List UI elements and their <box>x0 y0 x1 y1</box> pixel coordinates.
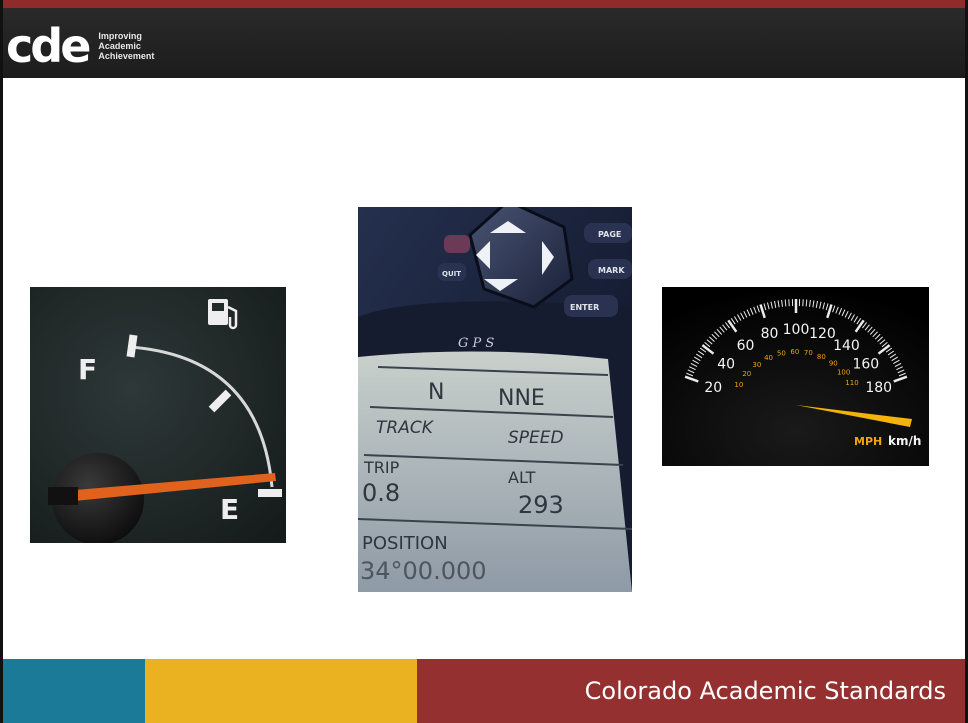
speedometer-kmh-label: 60 <box>790 348 799 356</box>
gps-speed: SPEED <box>508 428 564 448</box>
gps-north: N <box>428 380 444 405</box>
speedometer-kmh-label: 70 <box>804 349 813 357</box>
speedometer-kmh-label: 100 <box>837 368 850 376</box>
speedometer-mph-label: 140 <box>833 338 860 354</box>
speedometer-kmh-unit: km/h <box>888 434 921 448</box>
logo-tagline-line: Achievement <box>98 51 155 61</box>
slide-frame-left <box>0 0 3 723</box>
gps-alt: ALT <box>508 468 536 487</box>
speedometer-kmh-label: 20 <box>742 370 751 378</box>
gps-trip-value: 0.8 <box>362 479 400 507</box>
speedometer-graphic: 20406080 100 120140160180 1020304050 60 70 80… <box>662 287 929 466</box>
cde-logo: cde Improving Academic Achievement <box>6 19 154 73</box>
speedometer-kmh-label: 90 <box>829 360 838 368</box>
gps-quit-key: QUIT <box>442 270 461 278</box>
fuel-gauge-graphic: F E <box>30 287 286 543</box>
speedometer-kmh-label: 10 <box>734 381 743 389</box>
footer-title: Colorado Academic Standards <box>584 677 946 705</box>
speedometer-mph-label: 20 <box>704 380 722 396</box>
logo-tagline-line: Academic <box>98 41 141 51</box>
speedometer-kmh-label: 110 <box>845 379 858 387</box>
logo-tagline-line: Improving <box>98 31 142 41</box>
speedometer-image: 20 40 60 80 100 120 140 160 180 10 20 30 40 50 60 70 80… <box>662 287 929 466</box>
fuel-gauge-image: F E <box>30 287 286 543</box>
header-bar: cde Improving Academic Achievement <box>0 0 968 78</box>
speedometer-tick <box>784 299 787 307</box>
speedometer-mph-label: 40 <box>717 356 735 372</box>
fuel-empty-label: E <box>220 493 239 526</box>
gps-position-value: 34°00.000 <box>360 557 487 585</box>
speedometer-mph-label: 160 <box>852 356 879 372</box>
footer-gold-block <box>145 659 417 723</box>
gps-position: POSITION <box>362 533 448 554</box>
fuel-full-label: F <box>78 353 97 386</box>
speedometer-mph-unit: MPH <box>854 435 882 448</box>
gps-mark-key: MARK <box>598 266 625 275</box>
header-accent-stripe <box>0 0 968 8</box>
gps-graphic: QUIT PAGE MARK ENTER G P S N NNE TRACK S… <box>358 207 632 592</box>
speedometer-mph-label: 120 <box>809 326 836 342</box>
gps-device-image: QUIT PAGE MARK ENTER G P S N NNE TRACK S… <box>358 207 632 592</box>
gps-page-key: PAGE <box>598 230 621 239</box>
gps-trip: TRIP <box>363 458 400 477</box>
logo-tagline: Improving Academic Achievement <box>98 31 154 61</box>
gps-alt-value: 293 <box>518 491 564 519</box>
footer-bar: Colorado Academic Standards <box>0 659 968 723</box>
gps-nne: NNE <box>498 386 545 411</box>
footer-teal-block <box>3 659 145 723</box>
speedometer-mph-label: 80 <box>761 326 779 342</box>
speedometer-kmh-label: 40 <box>764 354 773 362</box>
gps-track: TRACK <box>376 418 435 438</box>
speedometer-mph-label: 60 <box>737 338 755 354</box>
speedometer-kmh-label: 30 <box>752 361 761 369</box>
speedometer-kmh-label: 50 <box>777 350 786 358</box>
speedometer-mph-label: 180 <box>865 380 892 396</box>
speedometer-tick <box>805 299 808 307</box>
slide: cde Improving Academic Achievement F E Q… <box>0 0 968 723</box>
speedometer-kmh-label: 80 <box>817 353 826 361</box>
gps-enter-key: ENTER <box>570 303 599 312</box>
logo-mark: cde <box>6 19 91 73</box>
speedometer-mph-label: 100 <box>783 322 810 338</box>
gps-brand-label: G P S <box>458 336 494 351</box>
